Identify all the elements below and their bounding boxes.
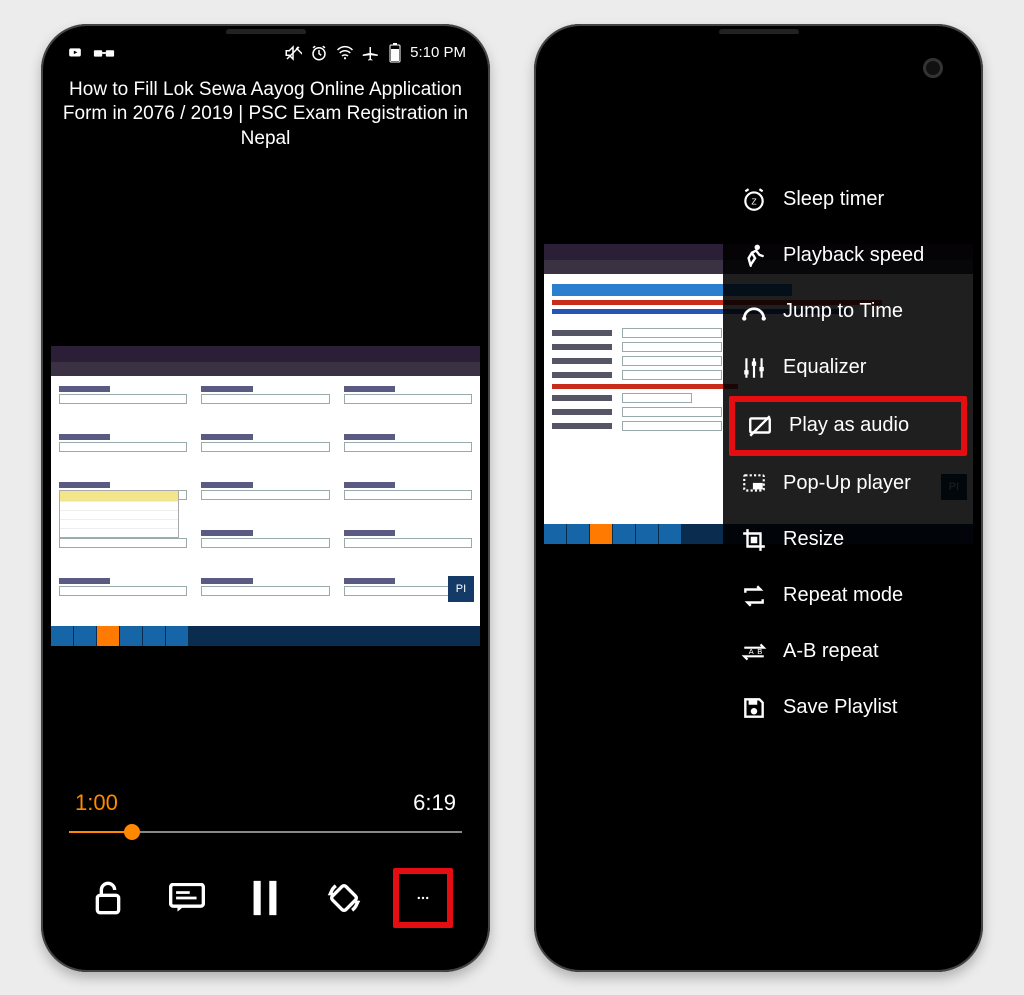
browser-tabbar (51, 346, 480, 362)
jump-arc-icon (741, 299, 767, 325)
menu-label: Resize (783, 528, 844, 551)
menu-popup-player[interactable]: Pop-Up player (723, 456, 973, 512)
more-menu: Z Sleep timer Playback speed Jump to Tim… (723, 164, 973, 744)
seek-bar[interactable] (69, 824, 462, 840)
ab-repeat-icon: AB (741, 639, 767, 665)
youtube-icon (65, 46, 85, 60)
player-bar: 1:00 6:19 (51, 772, 480, 962)
menu-repeat-mode[interactable]: Repeat mode (723, 568, 973, 624)
seek-progress (69, 831, 132, 833)
pip-icon (741, 471, 767, 497)
running-icon (741, 243, 767, 269)
save-icon (741, 695, 767, 721)
menu-label: A-B repeat (783, 640, 879, 663)
menu-label: Equalizer (783, 356, 866, 379)
svg-text:Z: Z (751, 196, 757, 206)
resize-crop-icon (741, 527, 767, 553)
menu-label: Playback speed (783, 244, 924, 267)
seek-thumb[interactable] (124, 824, 140, 840)
front-camera-cutout (923, 58, 943, 78)
battery-icon (388, 43, 402, 63)
wifi-icon (336, 44, 354, 62)
more-button[interactable] (393, 868, 453, 928)
browser-urlbar (51, 362, 480, 376)
menu-equalizer[interactable]: Equalizer (723, 340, 973, 396)
equalizer-icon (741, 355, 767, 381)
page-form: PI (51, 376, 480, 626)
glasses-icon (93, 46, 115, 60)
menu-label: Repeat mode (783, 584, 903, 607)
menu-label: Pop-Up player (783, 472, 911, 495)
screen-left: 5:10 PM How to Fill Lok Sewa Aayog Onlin… (51, 34, 480, 962)
form-dropdown-open (59, 490, 179, 538)
screen-right: PI Z Sleep timer Playback speed Jump to … (544, 34, 973, 962)
subtitles-button[interactable] (157, 868, 217, 928)
menu-resize[interactable]: Resize (723, 512, 973, 568)
phone-left: 5:10 PM How to Fill Lok Sewa Aayog Onlin… (41, 24, 490, 972)
menu-label: Sleep timer (783, 188, 884, 211)
pause-button[interactable] (235, 868, 295, 928)
menu-label: Jump to Time (783, 300, 903, 323)
video-viewport[interactable]: PI (51, 346, 480, 646)
duration: 6:19 (413, 790, 456, 816)
rotate-button[interactable] (314, 868, 374, 928)
menu-playback-speed[interactable]: Playback speed (723, 228, 973, 284)
repeat-icon (741, 583, 767, 609)
pi-logo: PI (448, 576, 474, 602)
menu-ab-repeat[interactable]: AB A-B repeat (723, 624, 973, 680)
mute-icon (284, 44, 302, 62)
status-time: 5:10 PM (410, 44, 466, 61)
menu-label: Save Playlist (783, 696, 898, 719)
monitor-off-icon (747, 413, 773, 439)
alarm-snooze-icon: Z (741, 187, 767, 213)
airplane-icon (362, 44, 380, 62)
menu-sleep-timer[interactable]: Z Sleep timer (723, 172, 973, 228)
menu-label: Play as audio (789, 414, 909, 437)
current-time: 1:00 (75, 790, 118, 816)
status-bar: 5:10 PM (51, 34, 480, 72)
video-title: How to Fill Lok Sewa Aayog Online Applic… (51, 72, 480, 158)
windows-taskbar (51, 626, 480, 646)
menu-play-as-audio[interactable]: Play as audio (729, 396, 967, 456)
lock-button[interactable] (78, 868, 138, 928)
menu-save-playlist[interactable]: Save Playlist (723, 680, 973, 736)
alarm-icon (310, 44, 328, 62)
phone-right: PI Z Sleep timer Playback speed Jump to … (534, 24, 983, 972)
menu-jump-to-time[interactable]: Jump to Time (723, 284, 973, 340)
svg-text:B: B (757, 647, 762, 656)
